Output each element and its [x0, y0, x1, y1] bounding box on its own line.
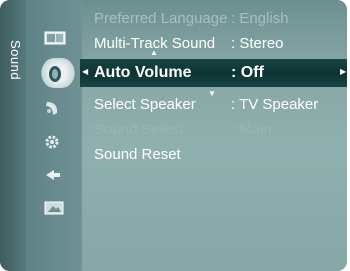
sound-icon[interactable] [47, 65, 69, 82]
menu-item-preferred-language[interactable]: Preferred Language : English [94, 7, 344, 31]
picture-icon[interactable] [44, 31, 66, 47]
sidebar-title: Sound [8, 40, 23, 81]
left-arrow-icon[interactable]: ◀ [82, 67, 88, 76]
menu-item-label: Auto Volume [94, 64, 192, 81]
menu-item-value: : Stereo [231, 35, 284, 52]
menu-item-label: Sound Reset [94, 146, 181, 163]
input-icon[interactable] [44, 168, 66, 184]
menu-item-label: Preferred Language [94, 10, 228, 27]
menu-item-label: Sound Select [94, 121, 184, 138]
application-icon[interactable] [44, 200, 66, 216]
menu-item-value: : TV Speaker [231, 96, 319, 113]
setup-icon[interactable] [44, 134, 66, 150]
menu-item-sound-select[interactable]: Sound Select : Main [94, 118, 344, 142]
menu-item-label: Select Speaker [94, 96, 196, 113]
menu-item-select-speaker[interactable]: Select Speaker : TV Speaker [94, 93, 344, 117]
menu-item-auto-volume[interactable]: Auto Volume : Off [94, 61, 344, 85]
menu-item-multi-track-sound[interactable]: Multi-Track Sound : Stereo [94, 32, 344, 56]
sidebar: Sound [0, 0, 26, 271]
channel-icon[interactable] [44, 100, 66, 116]
menu-item-sound-reset[interactable]: Sound Reset [94, 143, 344, 167]
menu-item-label: Multi-Track Sound [94, 35, 216, 52]
menu-item-value: : English [231, 10, 289, 27]
menu-item-value: : Main [231, 121, 272, 138]
menu-item-value: : Off [231, 64, 264, 81]
